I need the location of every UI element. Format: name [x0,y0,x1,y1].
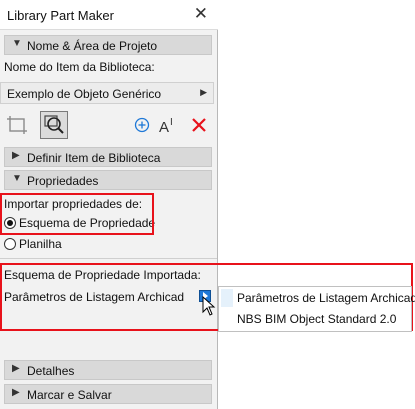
crop-frame-icon[interactable] [4,112,30,138]
delete-icon[interactable] [186,112,212,138]
section-properties[interactable]: ▼ Propriedades [4,170,212,190]
chevron-down-icon: ▼ [12,38,22,49]
chevron-down-icon: ▼ [12,173,22,184]
text-size-icon[interactable]: A I [157,112,183,138]
checked-item-marker [221,289,233,307]
library-item-name-label: Nome do Item da Biblioteca: [4,60,155,74]
chevron-right-icon: ▶ [200,87,207,97]
menu-item-archicad[interactable]: Parâmetros de Listagem Archicad [237,291,415,305]
section-mark-save[interactable]: ▶ Marcar e Salvar [4,384,212,404]
divider [0,258,217,259]
chevron-right-icon: ▶ [12,387,20,398]
chevron-right-icon: ▶ [12,150,20,161]
close-icon[interactable]: ✕ [194,4,208,24]
section-define-item-label: Definir Item de Biblioteca [27,151,161,165]
section-name-area[interactable]: ▼ Nome & Área de Projeto [4,35,212,55]
section-details-label: Detalhes [27,364,75,378]
menu-item-nbs[interactable]: NBS BIM Object Standard 2.0 [237,312,396,326]
schema-popup-menu: Parâmetros de Listagem Archicad NBS BIM … [218,286,415,332]
window-title: Library Part Maker [7,8,114,23]
chevron-right-icon: ▶ [12,363,20,374]
svg-text:A: A [159,119,169,136]
section-mark-save-label: Marcar e Salvar [27,388,112,402]
section-details[interactable]: ▶ Detalhes [4,360,212,380]
radio-spreadsheet[interactable] [4,238,16,250]
zoom-fit-icon[interactable] [40,111,68,139]
title-bar: Library Part Maker ✕ [0,0,218,30]
section-define-item[interactable]: ▶ Definir Item de Biblioteca [4,147,212,167]
library-item-dropdown-value: Exemplo de Objeto Genérico [7,87,162,101]
section-name-area-label: Nome & Área de Projeto [27,39,158,53]
add-icon[interactable] [129,112,155,138]
radio-spreadsheet-label[interactable]: Planilha [19,237,62,251]
section-properties-label: Propriedades [27,174,99,188]
library-item-dropdown[interactable]: Exemplo de Objeto Genérico ▶ [0,82,214,104]
svg-text:I: I [170,117,173,128]
import-options-highlight [0,193,154,235]
